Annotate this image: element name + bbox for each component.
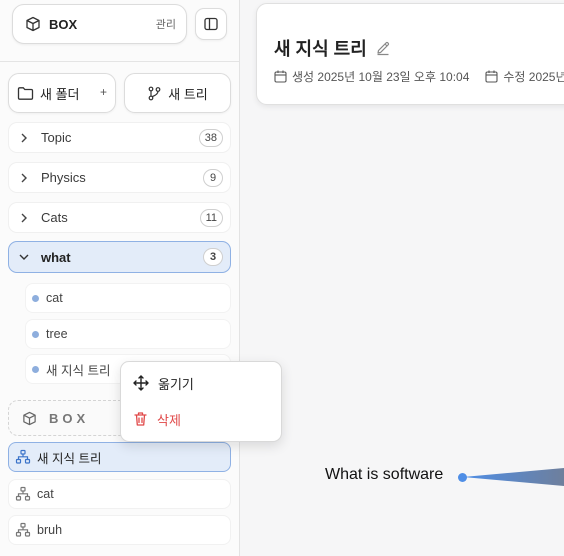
modified-date: 수정 2025년 [503, 70, 564, 84]
folder-item-cats[interactable]: Cats 11 [8, 202, 231, 233]
tree-item-new-knowledge-root[interactable]: 새 지식 트리 [8, 442, 231, 472]
hierarchy-icon [15, 449, 31, 464]
toggle-sidebar-button[interactable] [195, 8, 227, 40]
delete-label: 삭제 [157, 412, 181, 428]
edit-pencil-icon[interactable] [375, 40, 391, 56]
cube-icon [26, 16, 40, 32]
chevron-right-icon [21, 133, 27, 142]
move-label: 옮기기 [158, 376, 194, 392]
tree-dot-icon [32, 330, 39, 338]
calendar-icon [274, 70, 287, 83]
folder-name: Physics [41, 170, 86, 185]
hierarchy-icon [15, 486, 31, 501]
tree-item-cat-root[interactable]: cat [8, 479, 231, 509]
box-title: BOX [49, 16, 78, 32]
page-title: 새 지식 트리 [274, 35, 391, 61]
new-folder-label: 새 폴더 [40, 86, 80, 102]
move-menu-item[interactable]: 옮기기 [121, 366, 281, 400]
cube-icon [23, 411, 36, 425]
box-switcher[interactable]: BOX 관리 [12, 4, 187, 44]
tree-item-label: bruh [37, 523, 63, 537]
node-edge [463, 468, 564, 486]
tree-item-bruh-root[interactable]: bruh [8, 515, 231, 545]
calendar-icon [485, 70, 498, 83]
meta-info: 생성 2025년 10월 23일 오후 10:04 수정 2025년 [274, 68, 564, 85]
folder-name: Topic [41, 130, 72, 145]
folder-item-topic[interactable]: Topic 38 [8, 122, 231, 153]
tree-item-cat[interactable]: cat [25, 283, 231, 313]
node-label[interactable]: What is software [325, 466, 443, 484]
sidebar-actions: 새 폴더 + 새 트리 [8, 73, 231, 113]
folder-name: Cats [41, 210, 68, 225]
new-folder-button[interactable]: 새 폴더 + [8, 73, 116, 113]
tree-item-label: 새 지식 트리 [37, 451, 102, 466]
sidebar-header: BOX 관리 [0, 0, 239, 62]
count-badge: 38 [198, 128, 223, 147]
sidebar-panel-icon [204, 17, 218, 31]
tree-item-label: tree [46, 327, 68, 341]
folder-icon [17, 86, 34, 100]
title-text: 새 지식 트리 [274, 39, 367, 59]
tree-item-tree[interactable]: tree [25, 319, 231, 349]
folder-item-what[interactable]: what 3 [8, 241, 231, 273]
tree-dot-icon [32, 365, 39, 373]
box-section-label: BOX [49, 410, 90, 426]
chevron-right-icon [21, 213, 27, 222]
chevron-right-icon [21, 173, 27, 182]
sidebar: BOX 관리 새 폴더 + 새 트리 Topic 38 Physics 9 Ca… [0, 0, 240, 556]
new-tree-label: 새 트리 [168, 86, 208, 102]
created-date: 생성 2025년 10월 23일 오후 10:04 [292, 70, 470, 84]
move-icon [133, 375, 149, 391]
trash-icon [134, 412, 147, 426]
tree-item-label: cat [37, 487, 54, 501]
folder-item-physics[interactable]: Physics 9 [8, 162, 231, 193]
tree-item-label: cat [46, 291, 63, 305]
tree-dot-icon [32, 294, 39, 302]
tree-item-label: 새 지식 트리 [46, 363, 111, 378]
main-canvas[interactable]: 새 지식 트리 생성 2025년 10월 23일 오후 10:04 수정 202… [241, 0, 564, 556]
folder-name: what [41, 249, 71, 265]
chevron-down-icon [19, 254, 29, 260]
plus-icon: + [99, 85, 107, 99]
count-badge: 11 [199, 208, 223, 227]
delete-menu-item[interactable]: 삭제 [121, 402, 281, 436]
hierarchy-icon [15, 522, 31, 537]
count-badge: 3 [203, 248, 223, 266]
new-tree-button[interactable]: 새 트리 [124, 73, 231, 113]
count-badge: 9 [203, 168, 223, 187]
tree-header-card: 새 지식 트리 생성 2025년 10월 23일 오후 10:04 수정 202… [256, 3, 564, 105]
context-menu: 옮기기 삭제 [120, 361, 282, 442]
branch-icon [148, 86, 161, 100]
node-handle[interactable] [458, 473, 467, 482]
manage-link[interactable]: 관리 [156, 16, 176, 32]
